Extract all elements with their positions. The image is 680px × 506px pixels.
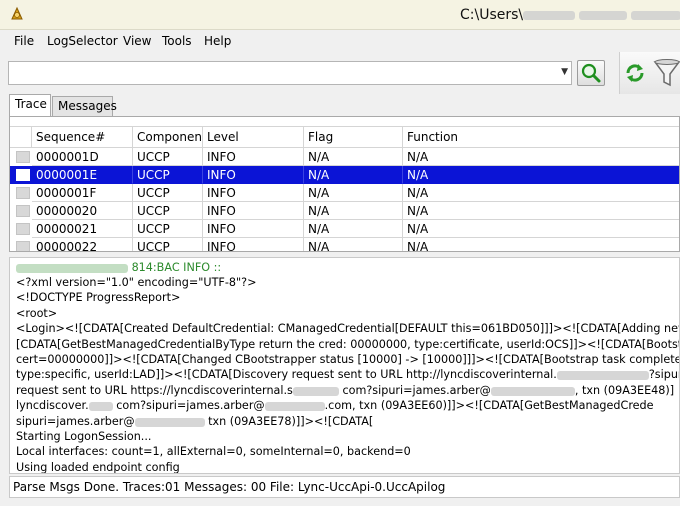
table-row[interactable]: 0000001D UCCP INFO N/A N/A bbox=[10, 148, 679, 166]
cell-function: N/A bbox=[403, 238, 679, 251]
cell-flag: N/A bbox=[304, 166, 403, 184]
cell-function: N/A bbox=[403, 184, 679, 202]
detail-line: [CDATA[GetBestManagedCredentialByType re… bbox=[16, 338, 680, 351]
column-header-function[interactable]: Function bbox=[403, 127, 679, 148]
cell-level: INFO bbox=[203, 166, 304, 184]
detail-line: <root> bbox=[16, 307, 58, 320]
cell-sequence: 0000001E bbox=[32, 166, 133, 184]
detail-line: type:specific, userId:LAD]]><![CDATA[Dis… bbox=[16, 368, 679, 381]
menu-view[interactable]: View bbox=[123, 34, 151, 48]
table-row[interactable]: 00000022 UCCP INFO N/A N/A bbox=[10, 238, 679, 251]
cell-component: UCCP bbox=[133, 148, 203, 166]
menu-logselector[interactable]: LogSelector bbox=[47, 34, 118, 48]
magnifier-icon bbox=[581, 63, 601, 83]
cell-component: UCCP bbox=[133, 238, 203, 251]
cell-component: UCCP bbox=[133, 184, 203, 202]
row-selector[interactable] bbox=[16, 241, 30, 251]
cell-sequence: 00000021 bbox=[32, 220, 133, 238]
redacted-text bbox=[88, 401, 113, 411]
row-selector[interactable] bbox=[16, 169, 30, 181]
app-logo-icon bbox=[11, 6, 23, 20]
search-button[interactable] bbox=[577, 60, 605, 86]
cell-component: UCCP bbox=[133, 202, 203, 220]
message-detail-pane[interactable]: 814:BAC INFO :: <?xml version="1.0" enco… bbox=[9, 257, 680, 474]
cell-function: N/A bbox=[403, 148, 679, 166]
funnel-icon[interactable] bbox=[652, 57, 680, 89]
row-selector[interactable] bbox=[16, 205, 30, 217]
detail-line: Starting LogonSession... bbox=[16, 430, 152, 443]
cell-flag: N/A bbox=[304, 238, 403, 251]
cell-function: N/A bbox=[403, 202, 679, 220]
detail-line: Local interfaces: count=1, allExternal=0… bbox=[16, 445, 411, 458]
row-selector[interactable] bbox=[16, 151, 30, 163]
cell-sequence: 0000001D bbox=[32, 148, 133, 166]
detail-line: <!DOCTYPE ProgressReport> bbox=[16, 291, 181, 304]
cell-level: INFO bbox=[203, 148, 304, 166]
cell-component: UCCP bbox=[133, 166, 203, 184]
table-row[interactable]: 00000020 UCCP INFO N/A N/A bbox=[10, 202, 679, 220]
row-selector[interactable] bbox=[16, 187, 30, 199]
chevron-down-icon[interactable]: ▼ bbox=[561, 67, 568, 77]
column-header-level[interactable]: Level bbox=[203, 127, 304, 148]
column-header-component[interactable]: Componen bbox=[133, 127, 203, 148]
tab-strip: Trace Messages bbox=[0, 94, 680, 116]
detail-line: cert=00000000]]><![CDATA[Changed CBootst… bbox=[16, 353, 680, 366]
detail-line: request sent to URL https://lyncdiscover… bbox=[16, 384, 675, 397]
refresh-icon[interactable] bbox=[624, 62, 646, 84]
cell-function: N/A bbox=[403, 220, 679, 238]
cell-flag: N/A bbox=[304, 148, 403, 166]
detail-line: Using loaded endpoint config bbox=[16, 461, 180, 474]
trace-header-line: 814:BAC INFO :: bbox=[16, 260, 221, 275]
table-row[interactable]: 0000001F UCCP INFO N/A N/A bbox=[10, 184, 679, 202]
menu-help[interactable]: Help bbox=[204, 34, 231, 48]
cell-sequence: 00000022 bbox=[32, 238, 133, 251]
row-header-corner bbox=[10, 127, 32, 148]
tab-messages[interactable]: Messages bbox=[52, 96, 117, 116]
cell-function: N/A bbox=[403, 166, 679, 184]
redacted-text bbox=[556, 370, 649, 380]
cell-level: INFO bbox=[203, 220, 304, 238]
menu-file[interactable]: File bbox=[14, 34, 34, 48]
table-row[interactable]: 00000021 UCCP INFO N/A N/A bbox=[10, 220, 679, 238]
title-bar: C:\Users\ bbox=[0, 0, 680, 30]
table-row-selected[interactable]: 0000001E UCCP INFO N/A N/A bbox=[10, 166, 679, 184]
tool-panel bbox=[619, 52, 680, 94]
column-header-sequence[interactable]: Sequence# bbox=[32, 127, 133, 148]
redacted-text bbox=[16, 263, 128, 273]
cell-flag: N/A bbox=[304, 184, 403, 202]
redacted-text bbox=[579, 10, 628, 20]
detail-line: lyncdiscover. com?sipuri=james.arber@ .co… bbox=[16, 399, 654, 412]
detail-line: <Login><![CDATA[Created DefaultCredentia… bbox=[16, 322, 680, 335]
status-bar: Parse Msgs Done. Traces:01 Messages: 00 … bbox=[9, 476, 680, 498]
cell-sequence: 00000020 bbox=[32, 202, 133, 220]
toolbar: ▼ bbox=[0, 52, 680, 94]
row-selector[interactable] bbox=[16, 223, 30, 235]
redacted-text bbox=[292, 386, 339, 396]
menu-bar: File LogSelector View Tools Help bbox=[0, 31, 680, 52]
trace-grid: Sequence# Componen Level Flag Function 0… bbox=[9, 116, 680, 252]
redacted-text bbox=[490, 386, 575, 396]
grid-header: Sequence# Componen Level Flag Function bbox=[10, 126, 679, 148]
status-text: Parse Msgs Done. Traces:01 Messages: 00 … bbox=[13, 480, 446, 494]
redacted-text bbox=[264, 401, 325, 411]
menu-tools[interactable]: Tools bbox=[162, 34, 192, 48]
cell-level: INFO bbox=[203, 238, 304, 251]
detail-line: <?xml version="1.0" encoding="UTF-8"?> bbox=[16, 276, 257, 289]
redacted-text bbox=[631, 10, 680, 20]
cell-sequence: 0000001F bbox=[32, 184, 133, 202]
detail-line: sipuri=james.arber@ txn (09A3EE78)]]><![… bbox=[16, 415, 374, 428]
tab-trace[interactable]: Trace bbox=[9, 94, 51, 116]
cell-level: INFO bbox=[203, 184, 304, 202]
redacted-text bbox=[523, 10, 576, 20]
cell-flag: N/A bbox=[304, 220, 403, 238]
cell-flag: N/A bbox=[304, 202, 403, 220]
search-combo-box[interactable]: ▼ bbox=[8, 61, 572, 85]
cell-component: UCCP bbox=[133, 220, 203, 238]
column-header-flag[interactable]: Flag bbox=[304, 127, 403, 148]
window-title: C:\Users\ bbox=[460, 7, 680, 23]
cell-level: INFO bbox=[203, 202, 304, 220]
redacted-text bbox=[134, 417, 205, 427]
